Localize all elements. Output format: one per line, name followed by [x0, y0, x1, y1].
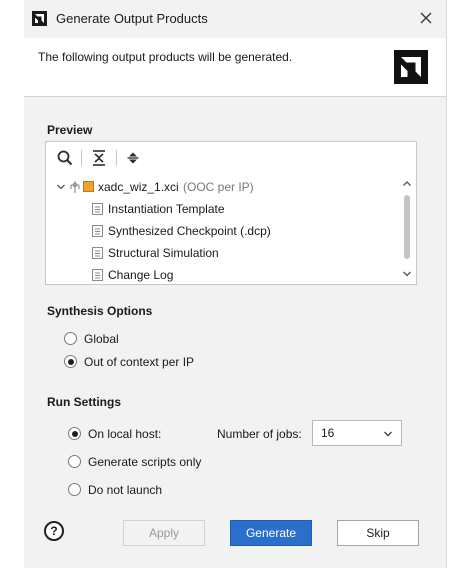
- radio-global[interactable]: [64, 332, 77, 345]
- preview-section-title: Preview: [47, 123, 93, 137]
- header-description: The following output products will be ge…: [38, 50, 293, 64]
- expand-all-icon[interactable]: [124, 149, 142, 167]
- radio-do-not-launch[interactable]: [68, 483, 81, 496]
- tree-item-label: xadc_wiz_1.xci: [98, 180, 179, 194]
- window-title: Generate Output Products: [56, 11, 208, 26]
- radio-label: Global: [84, 332, 119, 346]
- scroll-down-icon[interactable]: [402, 269, 412, 279]
- preview-toolbar: [46, 142, 416, 175]
- radio-out-of-context[interactable]: [64, 355, 77, 368]
- preview-panel: xadc_wiz_1.xci (OOC per IP) Instantiatio…: [45, 141, 417, 285]
- ip-core-icon: [83, 181, 94, 192]
- search-icon[interactable]: [56, 149, 74, 167]
- run-settings-title: Run Settings: [47, 395, 121, 409]
- help-button[interactable]: ?: [44, 521, 64, 541]
- chevron-down-icon: [384, 431, 392, 437]
- chevron-down-icon[interactable]: [56, 182, 66, 192]
- toolbar-divider: [81, 150, 82, 166]
- dialog-header: The following output products will be ge…: [24, 38, 446, 97]
- file-icon: [92, 269, 103, 281]
- output-products-tree[interactable]: xadc_wiz_1.xci (OOC per IP) Instantiatio…: [46, 176, 396, 284]
- apply-button[interactable]: Apply: [123, 520, 205, 546]
- scroll-thumb[interactable]: [404, 195, 410, 259]
- tree-item-label: Instantiation Template: [108, 202, 225, 216]
- collapse-all-icon[interactable]: [90, 149, 108, 167]
- tree-item-label: Structural Simulation: [108, 246, 219, 260]
- jobs-select[interactable]: 16: [312, 420, 402, 446]
- tree-item-note: (OOC per IP): [183, 180, 254, 194]
- file-icon: [92, 225, 103, 237]
- amd-logo-icon: [394, 50, 428, 84]
- synthesis-options-title: Synthesis Options: [47, 304, 153, 318]
- radio-label: Do not launch: [88, 483, 163, 497]
- tree-item-label: Synthesized Checkpoint (.dcp): [108, 224, 271, 238]
- tree-scrollbar[interactable]: [400, 177, 414, 283]
- close-icon: [420, 12, 432, 24]
- radio-label: Generate scripts only: [88, 455, 202, 469]
- radio-label: Out of context per IP: [84, 355, 195, 369]
- file-icon: [92, 247, 103, 259]
- hierarchy-icon: [70, 181, 80, 193]
- jobs-value: 16: [321, 426, 335, 440]
- radio-label: On local host:: [88, 427, 162, 441]
- radio-generate-scripts[interactable]: [68, 455, 81, 468]
- file-icon: [92, 203, 103, 215]
- scroll-up-icon[interactable]: [402, 179, 412, 189]
- amd-logo-icon: [32, 11, 47, 26]
- tree-item-label: Change Log: [108, 268, 174, 282]
- title-bar: Generate Output Products: [24, 0, 446, 38]
- generate-button[interactable]: Generate: [230, 520, 312, 546]
- generate-output-products-dialog: Generate Output Products The following o…: [24, 0, 447, 568]
- close-button[interactable]: [416, 8, 436, 28]
- jobs-label: Number of jobs:: [217, 427, 302, 441]
- toolbar-divider: [116, 150, 117, 166]
- skip-button[interactable]: Skip: [337, 520, 419, 546]
- radio-local-host[interactable]: [68, 427, 81, 440]
